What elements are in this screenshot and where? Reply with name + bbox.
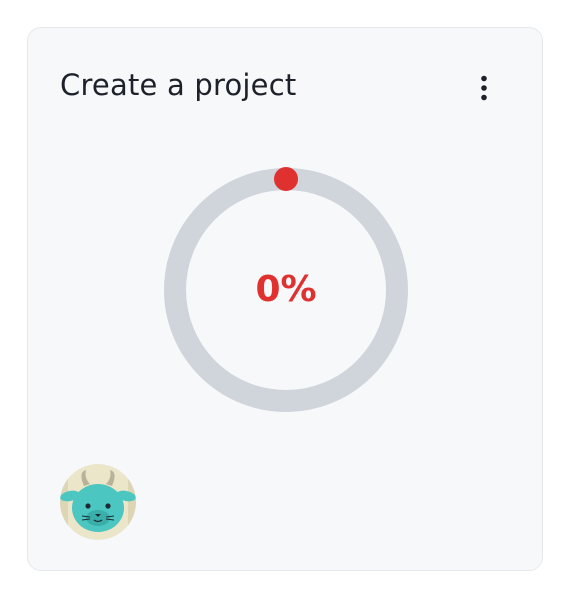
card-title: Create a project	[60, 68, 297, 102]
project-card: Create a project 0%	[27, 27, 543, 571]
goat-avatar-icon	[60, 464, 136, 540]
avatar[interactable]	[60, 464, 136, 540]
progress-indicator	[274, 167, 298, 191]
progress-percentage: 0%	[255, 269, 316, 310]
progress-ring: 0%	[161, 165, 411, 415]
more-vertical-icon	[481, 75, 487, 101]
more-options-button[interactable]	[469, 70, 499, 106]
